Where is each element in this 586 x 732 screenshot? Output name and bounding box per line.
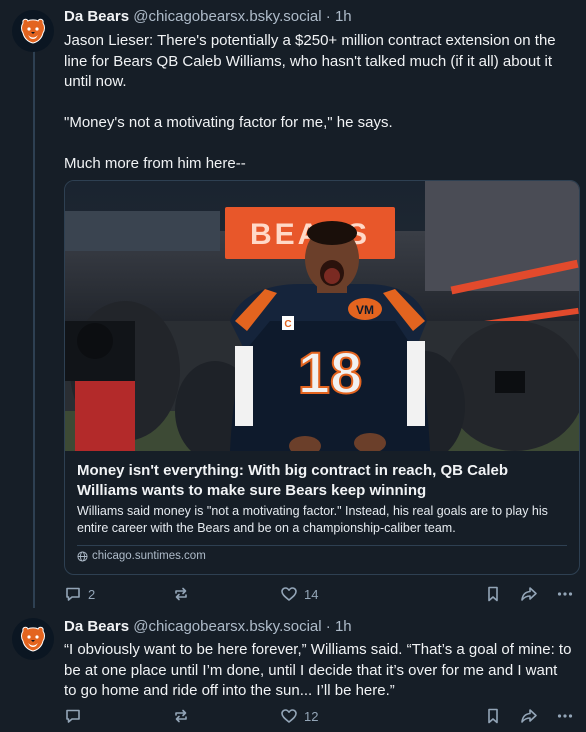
like-button[interactable]: 14 <box>280 585 318 603</box>
card-description: Williams said money is "not a motivating… <box>77 504 548 535</box>
repost-icon <box>175 709 187 723</box>
author-handle[interactable]: @chicagobearsx.bsky.social <box>133 618 321 635</box>
more-options-button[interactable] <box>556 707 574 725</box>
repost-button[interactable] <box>172 707 190 725</box>
bookmark-icon <box>488 586 498 602</box>
reply-icon <box>66 587 80 601</box>
share-icon <box>521 709 537 723</box>
post-header: Da Bears @chicagobearsx.bsky.social · 1h <box>64 618 352 635</box>
bookmark-icon <box>488 708 498 724</box>
bears-logo-icon <box>21 18 45 44</box>
post-time[interactable]: 1h <box>335 618 352 635</box>
share-button[interactable] <box>520 707 538 725</box>
card-divider <box>77 545 567 546</box>
avatar[interactable] <box>12 618 54 660</box>
post-header: Da Bears @chicagobearsx.bsky.social · 1h <box>64 8 352 25</box>
post-actions: 2 14 <box>64 585 578 605</box>
post[interactable]: Da Bears @chicagobearsx.bsky.social · 1h… <box>0 610 586 732</box>
like-icon <box>281 709 297 723</box>
more-icon <box>557 714 573 718</box>
card-image: BEARS C VM <box>65 181 579 451</box>
globe-icon <box>77 550 88 562</box>
reply-count: 2 <box>88 586 96 602</box>
svg-text:C: C <box>284 319 291 330</box>
bookmark-button[interactable] <box>484 585 502 603</box>
repost-icon <box>175 587 187 601</box>
like-icon <box>281 587 297 601</box>
separator-dot: · <box>325 8 331 25</box>
like-count: 14 <box>304 586 319 602</box>
svg-text:18: 18 <box>298 341 363 406</box>
reply-button[interactable] <box>64 707 88 725</box>
author-handle[interactable]: @chicagobearsx.bsky.social <box>133 8 321 25</box>
reply-icon <box>66 709 80 723</box>
separator-dot: · <box>325 618 331 635</box>
card-domain: chicago.suntimes.com <box>77 550 206 562</box>
reply-button[interactable]: 2 <box>64 585 95 603</box>
avatar[interactable] <box>12 10 54 52</box>
share-button[interactable] <box>520 585 538 603</box>
more-options-button[interactable] <box>556 585 574 603</box>
card-title: Money isn't everything: With big contrac… <box>77 462 508 499</box>
repost-button[interactable] <box>172 585 190 603</box>
author-name[interactable]: Da Bears <box>64 8 129 25</box>
bookmark-button[interactable] <box>484 707 502 725</box>
post-time[interactable]: 1h <box>335 8 352 25</box>
svg-text:VM: VM <box>356 303 374 317</box>
post[interactable]: Da Bears @chicagobearsx.bsky.social · 1h… <box>0 0 586 610</box>
link-card[interactable]: BEARS C VM <box>64 180 580 575</box>
like-count: 12 <box>304 708 319 724</box>
post-actions: 12 <box>64 707 578 727</box>
bears-logo-icon <box>21 626 45 652</box>
post-text: “I obviously want to be here forever,” W… <box>64 641 576 699</box>
author-name[interactable]: Da Bears <box>64 618 129 635</box>
card-domain-text: chicago.suntimes.com <box>92 550 206 562</box>
like-button[interactable]: 12 <box>280 707 318 725</box>
share-icon <box>521 587 537 601</box>
more-icon <box>557 592 573 596</box>
post-text: Jason Lieser: There's potentially a $250… <box>64 32 556 172</box>
